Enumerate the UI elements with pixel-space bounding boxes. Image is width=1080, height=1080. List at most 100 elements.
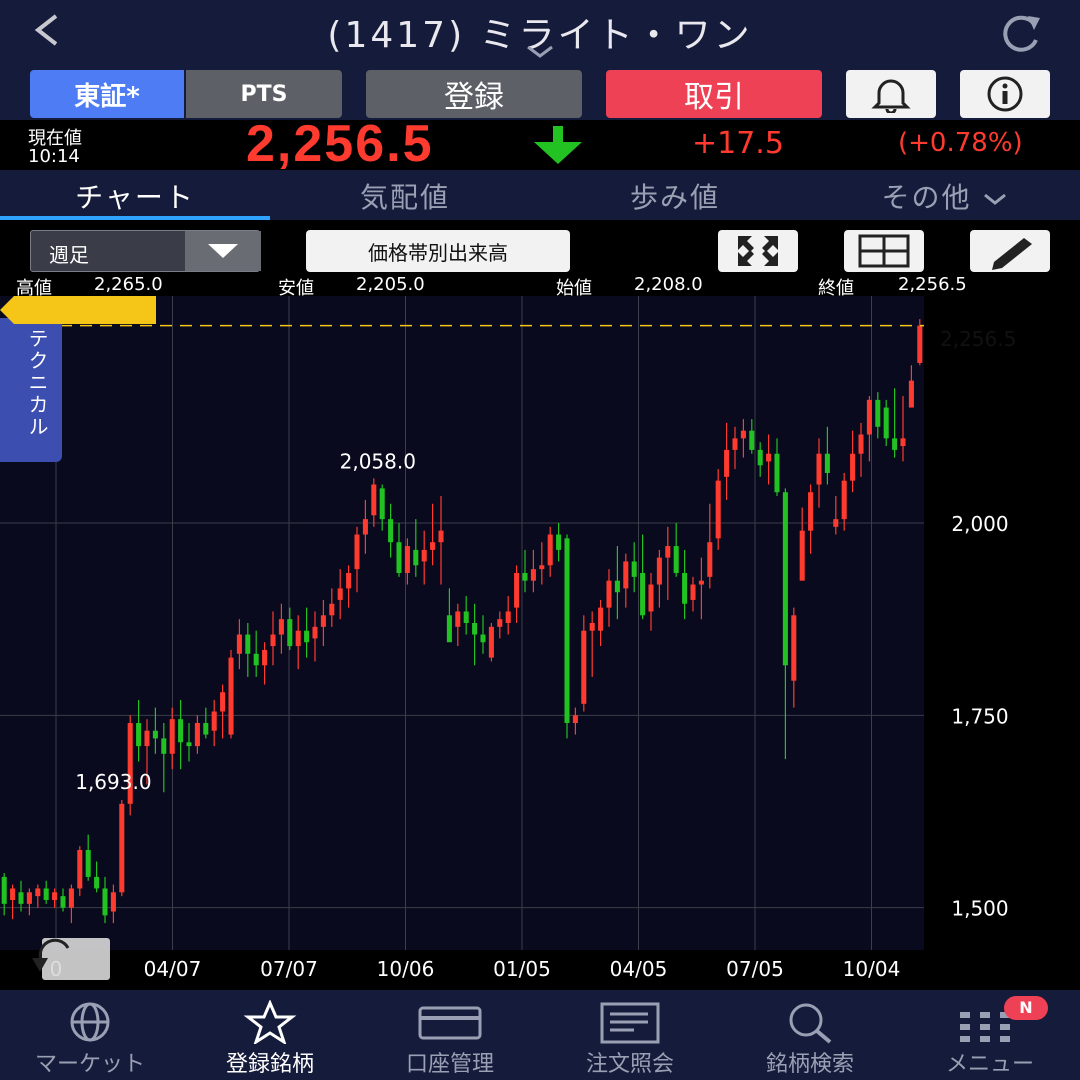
volume-by-price-button[interactable]: 価格帯別出来高 xyxy=(306,230,570,272)
candle-body xyxy=(749,430,755,450)
tab-chart[interactable]: チャート xyxy=(0,176,270,216)
candlestick-chart[interactable]: 004/0707/0710/0601/0504/0507/0510/042,00… xyxy=(0,296,1080,990)
candle-body xyxy=(539,565,545,570)
candle-body xyxy=(270,634,276,647)
bottom-navigation: マーケット 登録銘柄 口座管理 注文照会 銘柄検索 メニュー xyxy=(0,990,1080,1080)
alert-button[interactable] xyxy=(846,70,936,118)
info-button[interactable] xyxy=(960,70,1050,118)
fullscreen-button[interactable] xyxy=(718,230,798,272)
last-price-tag-text: 2,256.5 xyxy=(940,327,1017,351)
action-bar: 東証* PTS 登録 取引 xyxy=(0,64,1080,120)
candle-body xyxy=(514,572,520,608)
candle-body xyxy=(446,615,452,643)
tab-ticks[interactable]: 歩み値 xyxy=(540,176,810,216)
candle-body xyxy=(791,615,797,681)
nav-account[interactable]: 口座管理 xyxy=(360,990,540,1080)
candle-body xyxy=(43,888,49,900)
period-select[interactable]: 週足 xyxy=(30,230,261,272)
candle-body xyxy=(220,692,226,712)
low-value: 2,205.0 xyxy=(356,274,425,295)
x-tick-label: 07/07 xyxy=(260,957,318,981)
candle-body xyxy=(875,399,881,427)
layout-grid-button[interactable] xyxy=(844,230,924,272)
candle-body xyxy=(808,492,814,531)
technical-tab-label: テクニカル xyxy=(25,328,49,438)
nav-orders[interactable]: 注文照会 xyxy=(540,990,720,1080)
high-annotation: 2,058.0 xyxy=(340,449,416,473)
candle-body xyxy=(396,542,402,573)
high-value: 2,265.0 xyxy=(94,274,163,295)
candle-body xyxy=(169,719,175,754)
candle-body xyxy=(152,730,158,739)
header-bar: (1417) ミライト・ワン xyxy=(0,0,1080,64)
register-button[interactable]: 登録 xyxy=(366,70,582,118)
candle-body xyxy=(782,492,788,666)
period-dropdown-toggle[interactable] xyxy=(185,231,261,271)
candle-body xyxy=(295,630,301,647)
tab-quotes[interactable]: 気配値 xyxy=(270,176,540,216)
close-value: 2,256.5 xyxy=(898,274,967,295)
drawing-tool-button[interactable] xyxy=(970,230,1050,272)
star-icon xyxy=(243,1000,297,1044)
candle-body xyxy=(60,896,66,908)
candle-body xyxy=(606,580,612,608)
market-pts-button[interactable]: PTS xyxy=(186,70,342,118)
candle-body xyxy=(404,546,410,573)
ohlc-summary: 高値 2,265.0 安値 2,205.0 始値 2,208.0 終値 2,25… xyxy=(0,274,1080,299)
market-tosho-button[interactable]: 東証* xyxy=(30,70,184,118)
x-tick-label: 10/04 xyxy=(843,957,901,981)
nav-watchlist[interactable]: 登録銘柄 xyxy=(180,990,360,1080)
nav-market-label: マーケット xyxy=(34,1052,145,1077)
x-tick-label: 04/07 xyxy=(144,957,202,981)
candle-body xyxy=(102,888,108,916)
candle-body xyxy=(94,876,100,889)
x-tick-label: 10/06 xyxy=(377,957,435,981)
nav-menu-label: メニュー xyxy=(945,1052,1034,1077)
trade-button[interactable]: 取引 xyxy=(606,70,822,118)
candle-body xyxy=(346,572,352,589)
expand-icon xyxy=(738,236,778,266)
candle-body xyxy=(253,653,259,666)
price-summary: 現在値 10:14 2,256.5 +17.5 (+0.78%) xyxy=(0,115,1080,173)
x-tick-label: 04/05 xyxy=(610,957,668,981)
tab-other[interactable]: その他 xyxy=(810,176,1080,216)
candle-body xyxy=(312,626,318,639)
candle-body xyxy=(715,480,721,539)
candle-body xyxy=(161,738,167,754)
candle-body xyxy=(724,449,730,477)
open-value: 2,208.0 xyxy=(634,274,703,295)
chart-canvas[interactable]: 004/0707/0710/0601/0504/0507/0510/042,00… xyxy=(0,296,1080,990)
candle-body xyxy=(564,538,570,724)
candle-body xyxy=(144,730,150,747)
nav-search[interactable]: 銘柄検索 xyxy=(720,990,900,1080)
candle-body xyxy=(572,715,578,724)
info-icon xyxy=(987,76,1023,112)
candle-body xyxy=(228,657,234,735)
candle-body xyxy=(581,630,587,704)
candle-body xyxy=(614,580,620,593)
candle-body xyxy=(648,584,654,612)
refresh-icon[interactable] xyxy=(994,10,1046,54)
candle-body xyxy=(287,619,293,647)
nav-menu[interactable]: メニュー xyxy=(900,990,1080,1080)
candle-body xyxy=(690,584,696,600)
candle-body xyxy=(682,572,688,604)
candle-body xyxy=(522,572,528,581)
nav-market[interactable]: マーケット xyxy=(0,990,180,1080)
last-price-tag xyxy=(0,296,156,324)
candle-body xyxy=(917,325,923,363)
down-arrow-icon xyxy=(534,126,582,164)
candle-body xyxy=(858,434,864,454)
candle-body xyxy=(136,723,142,747)
candle-body xyxy=(77,849,83,889)
chevron-down-icon[interactable] xyxy=(524,44,556,60)
pencil-icon xyxy=(992,238,1032,270)
technical-tab[interactable]: テクニカル xyxy=(0,318,62,462)
candle-body xyxy=(480,634,486,643)
candle-body xyxy=(52,892,58,900)
candle-body xyxy=(362,519,368,535)
reset-zoom-button[interactable] xyxy=(28,938,110,980)
candle-body xyxy=(262,649,268,666)
price-time: 10:14 xyxy=(28,146,80,167)
candle-body xyxy=(430,542,436,550)
